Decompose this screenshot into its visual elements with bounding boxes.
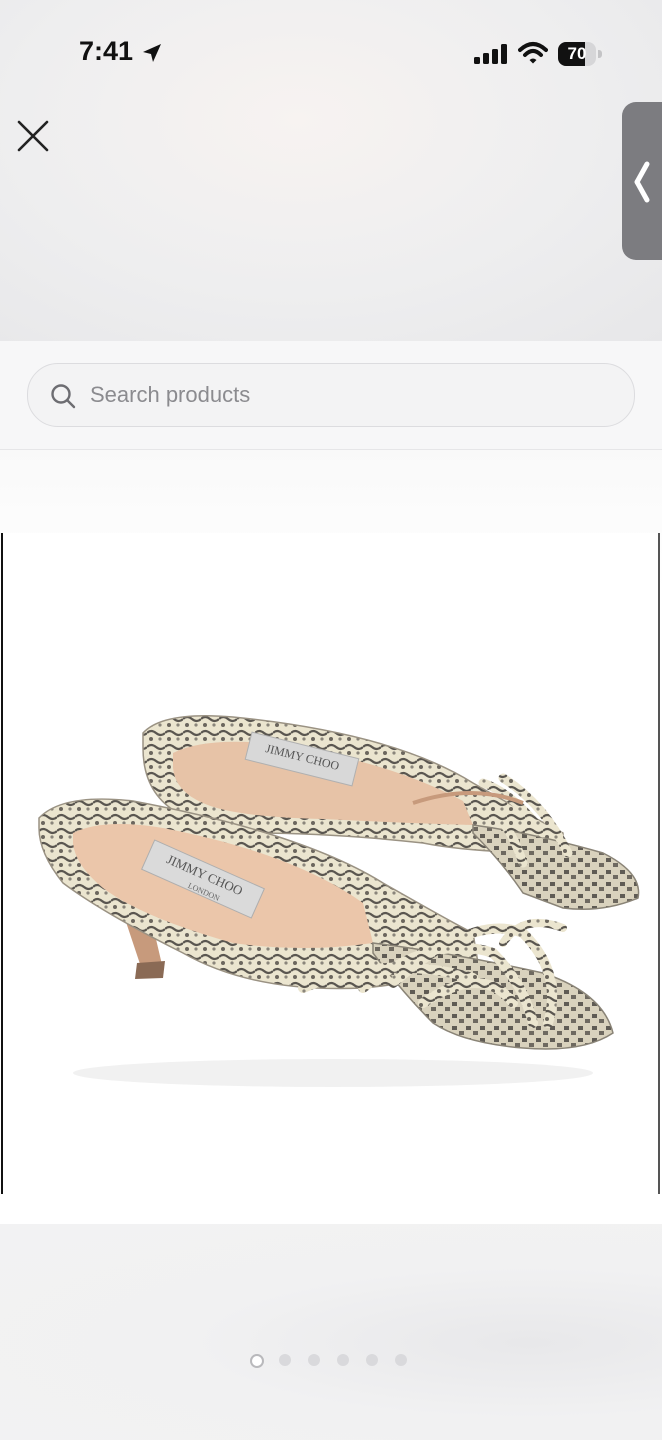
carousel-dot[interactable] [395,1354,407,1366]
location-arrow-icon [143,44,161,62]
image-backdrop-bottom [0,1224,662,1440]
close-icon[interactable] [14,117,52,155]
cellular-signal-icon [474,44,507,64]
battery-level: 70 [567,44,587,63]
battery-icon: 70 [558,42,604,66]
carousel-pagination [250,1354,420,1370]
search-bar[interactable] [27,363,635,427]
product-image[interactable]: JIMMY CHOO JIMMY CHOO LONDON [1,533,660,1194]
carousel-dot[interactable] [279,1354,291,1366]
chevron-left-icon [634,161,650,203]
carousel-dot[interactable] [308,1354,320,1366]
status-time: 7:41 [79,36,134,66]
carousel-dot[interactable] [250,1354,264,1368]
status-bar: 7:41 70 [0,0,662,108]
wifi-icon [518,42,548,64]
search-input[interactable] [88,364,612,426]
product-image-area: JIMMY CHOO JIMMY CHOO LONDON [0,450,662,1224]
carousel-dot[interactable] [337,1354,349,1366]
search-section [0,341,662,450]
sandals-illustration: JIMMY CHOO JIMMY CHOO LONDON [38,714,640,1087]
search-icon [51,384,76,409]
carousel-dot[interactable] [366,1354,378,1366]
side-panel-tab[interactable] [622,102,662,260]
